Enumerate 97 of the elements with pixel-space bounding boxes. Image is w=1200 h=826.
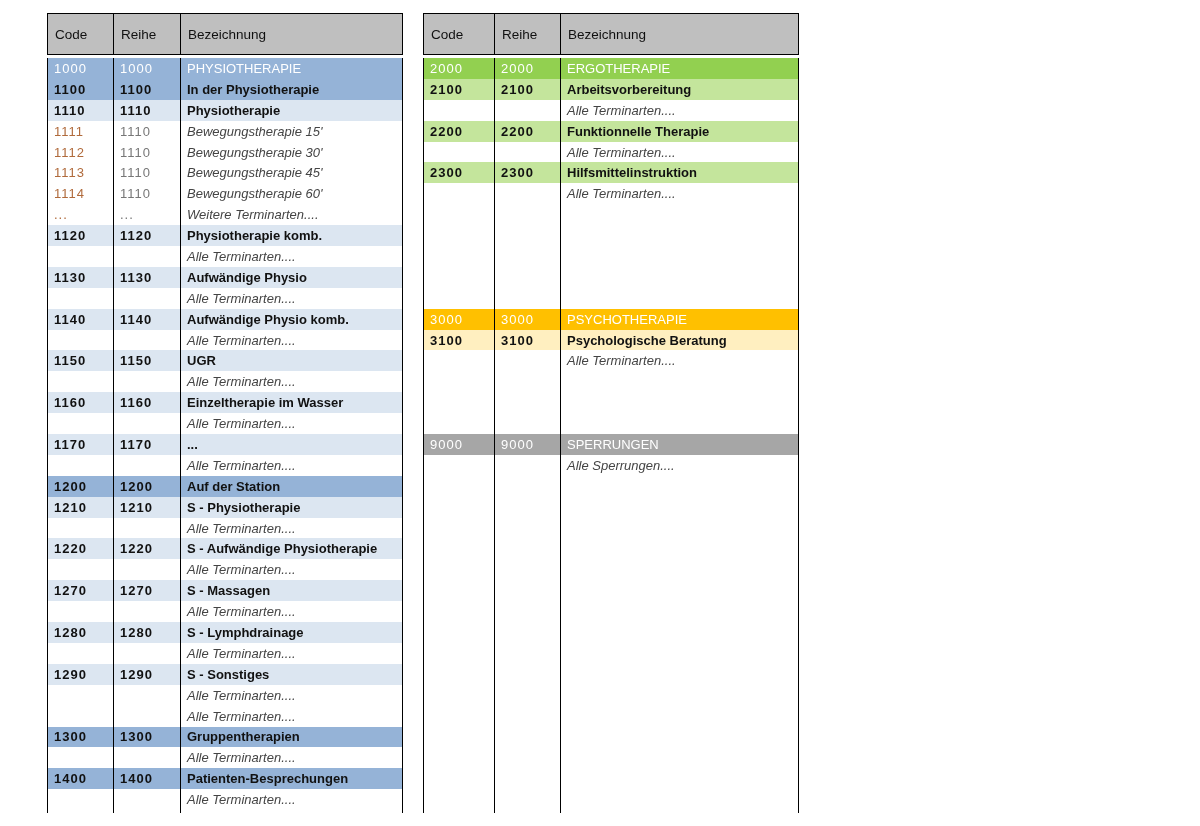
reihe-cell: 1220 bbox=[113, 538, 180, 560]
label-cell-text: Bewegungstherapie 15' bbox=[186, 122, 324, 141]
label-cell-text: Alle Terminarten.... bbox=[565, 352, 677, 371]
reihe-cell-text: ... bbox=[119, 206, 135, 225]
reihe-cell-text: 1110 bbox=[119, 122, 152, 141]
label-cell: S - Sonstiges bbox=[180, 663, 403, 685]
label-cell-text: Alle Terminarten.... bbox=[185, 603, 297, 622]
column-header: Reihe bbox=[494, 14, 560, 54]
label-cell: Funktionnelle Therapie bbox=[560, 120, 799, 142]
label-cell-text: Alle Terminarten.... bbox=[185, 561, 297, 580]
reihe-cell: 1120 bbox=[113, 225, 180, 246]
label-cell: S - Massagen bbox=[180, 580, 403, 602]
label-cell-text: Alle Terminarten.... bbox=[565, 185, 677, 204]
label-cell: SPERRUNGEN bbox=[560, 434, 799, 455]
code-cell-text: ... bbox=[53, 206, 69, 225]
column-header: Code bbox=[423, 14, 494, 54]
code-cell: 1220 bbox=[47, 538, 113, 560]
label-cell-text: Alle Terminarten.... bbox=[185, 289, 297, 308]
reihe-cell-text: 1110 bbox=[119, 143, 152, 162]
label-cell-text: Alle Terminarten.... bbox=[565, 143, 677, 162]
code-cell-text: 1112 bbox=[53, 143, 86, 162]
reihe-cell: 9000 bbox=[494, 434, 560, 455]
label-cell-text: Alle Terminarten.... bbox=[185, 644, 297, 663]
reihe-cell: 1000 bbox=[113, 58, 180, 79]
code-cell: 1200 bbox=[47, 475, 113, 497]
label-cell: PSYCHOTHERAPIE bbox=[560, 308, 799, 330]
code-cell: 1000 bbox=[47, 58, 113, 79]
code-cell: 2200 bbox=[423, 120, 494, 142]
reihe-cell: 1300 bbox=[113, 726, 180, 748]
label-cell: Physiotherapie komb. bbox=[180, 225, 403, 246]
reihe-cell-text: 1110 bbox=[119, 164, 152, 183]
code-cell: 2300 bbox=[423, 162, 494, 184]
reihe-cell: 1400 bbox=[113, 768, 180, 790]
code-cell: 9000 bbox=[423, 434, 494, 455]
column-header: Bezeichnung bbox=[560, 14, 799, 54]
label-cell-text: Alle Terminarten.... bbox=[185, 791, 297, 810]
column-header: Bezeichnung bbox=[180, 14, 403, 54]
code-cell: 1270 bbox=[47, 580, 113, 602]
code-cell: 1140 bbox=[47, 308, 113, 330]
reihe-cell: 1150 bbox=[113, 350, 180, 372]
label-cell-text: Alle Terminarten.... bbox=[185, 331, 297, 350]
code-cell: 1290 bbox=[47, 663, 113, 685]
label-cell-text: Alle Sperrungen.... bbox=[565, 456, 676, 475]
label-cell: UGR bbox=[180, 350, 403, 372]
label-cell-text: Alle Terminarten.... bbox=[565, 101, 677, 120]
label-cell-text: Alle Terminarten.... bbox=[185, 707, 297, 726]
code-cell-text: 1113 bbox=[53, 164, 86, 183]
column-header: Reihe bbox=[113, 14, 180, 54]
label-cell: Aufwändige Physio komb. bbox=[180, 308, 403, 330]
code-cell: 1400 bbox=[47, 768, 113, 790]
reihe-cell: 1200 bbox=[113, 475, 180, 497]
code-cell-text: 1114 bbox=[53, 185, 86, 204]
label-cell: Hilfsmittelinstruktion bbox=[560, 162, 799, 184]
reihe-cell: 1270 bbox=[113, 580, 180, 602]
code-cell: 1130 bbox=[47, 266, 113, 288]
code-cell: 1280 bbox=[47, 622, 113, 643]
label-cell-text: Bewegungstherapie 30' bbox=[186, 143, 324, 162]
label-cell-text: Alle Terminarten.... bbox=[185, 373, 297, 392]
label-cell: Aufwändige Physio bbox=[180, 266, 403, 288]
label-cell: ... bbox=[180, 434, 403, 455]
reihe-cell: 1130 bbox=[113, 266, 180, 288]
code-cell: 1170 bbox=[47, 434, 113, 455]
label-cell-text: Alle Terminarten.... bbox=[185, 247, 297, 266]
label-cell-text: Alle Terminarten.... bbox=[185, 519, 297, 538]
code-cell: 1300 bbox=[47, 726, 113, 748]
label-cell: Auf der Station bbox=[180, 475, 403, 497]
label-cell-text: Alle Terminarten.... bbox=[185, 456, 297, 475]
reihe-cell: 3000 bbox=[494, 308, 560, 330]
code-cell: 1120 bbox=[47, 225, 113, 246]
label-cell: Einzeltherapie im Wasser bbox=[180, 392, 403, 414]
reihe-cell: 2300 bbox=[494, 162, 560, 184]
label-cell-text: Alle Terminarten.... bbox=[185, 686, 297, 705]
reihe-cell: 2200 bbox=[494, 120, 560, 142]
reihe-cell: 2000 bbox=[494, 58, 560, 79]
label-cell-text: Weitere Terminarten.... bbox=[186, 206, 320, 225]
label-cell-text: Bewegungstherapie 45' bbox=[186, 164, 324, 183]
code-cell: 2000 bbox=[423, 58, 494, 79]
reihe-cell: 1160 bbox=[113, 392, 180, 414]
code-cell-text: 1111 bbox=[53, 122, 86, 141]
label-cell: ERGOTHERAPIE bbox=[560, 58, 799, 79]
code-cell: 3000 bbox=[423, 308, 494, 330]
label-cell: PHYSIOTHERAPIE bbox=[180, 58, 403, 79]
label-cell-text: Bewegungstherapie 60' bbox=[186, 185, 324, 204]
reihe-cell: 1140 bbox=[113, 308, 180, 330]
reihe-cell-text: 1110 bbox=[119, 185, 152, 204]
label-cell-text: Alle Terminarten.... bbox=[185, 415, 297, 434]
reihe-cell: 1170 bbox=[113, 434, 180, 455]
column-header: Code bbox=[47, 14, 113, 54]
label-cell: Patienten-Besprechungen bbox=[180, 768, 403, 790]
label-cell: S - Lymphdrainage bbox=[180, 622, 403, 643]
reihe-cell: 1290 bbox=[113, 663, 180, 685]
code-cell: 1160 bbox=[47, 392, 113, 414]
label-cell: Gruppentherapien bbox=[180, 726, 403, 748]
reihe-cell: 1280 bbox=[113, 622, 180, 643]
label-cell: S - Aufwändige Physiotherapie bbox=[180, 538, 403, 560]
label-cell-text: Alle Terminarten.... bbox=[185, 749, 297, 768]
code-cell: 1150 bbox=[47, 350, 113, 372]
